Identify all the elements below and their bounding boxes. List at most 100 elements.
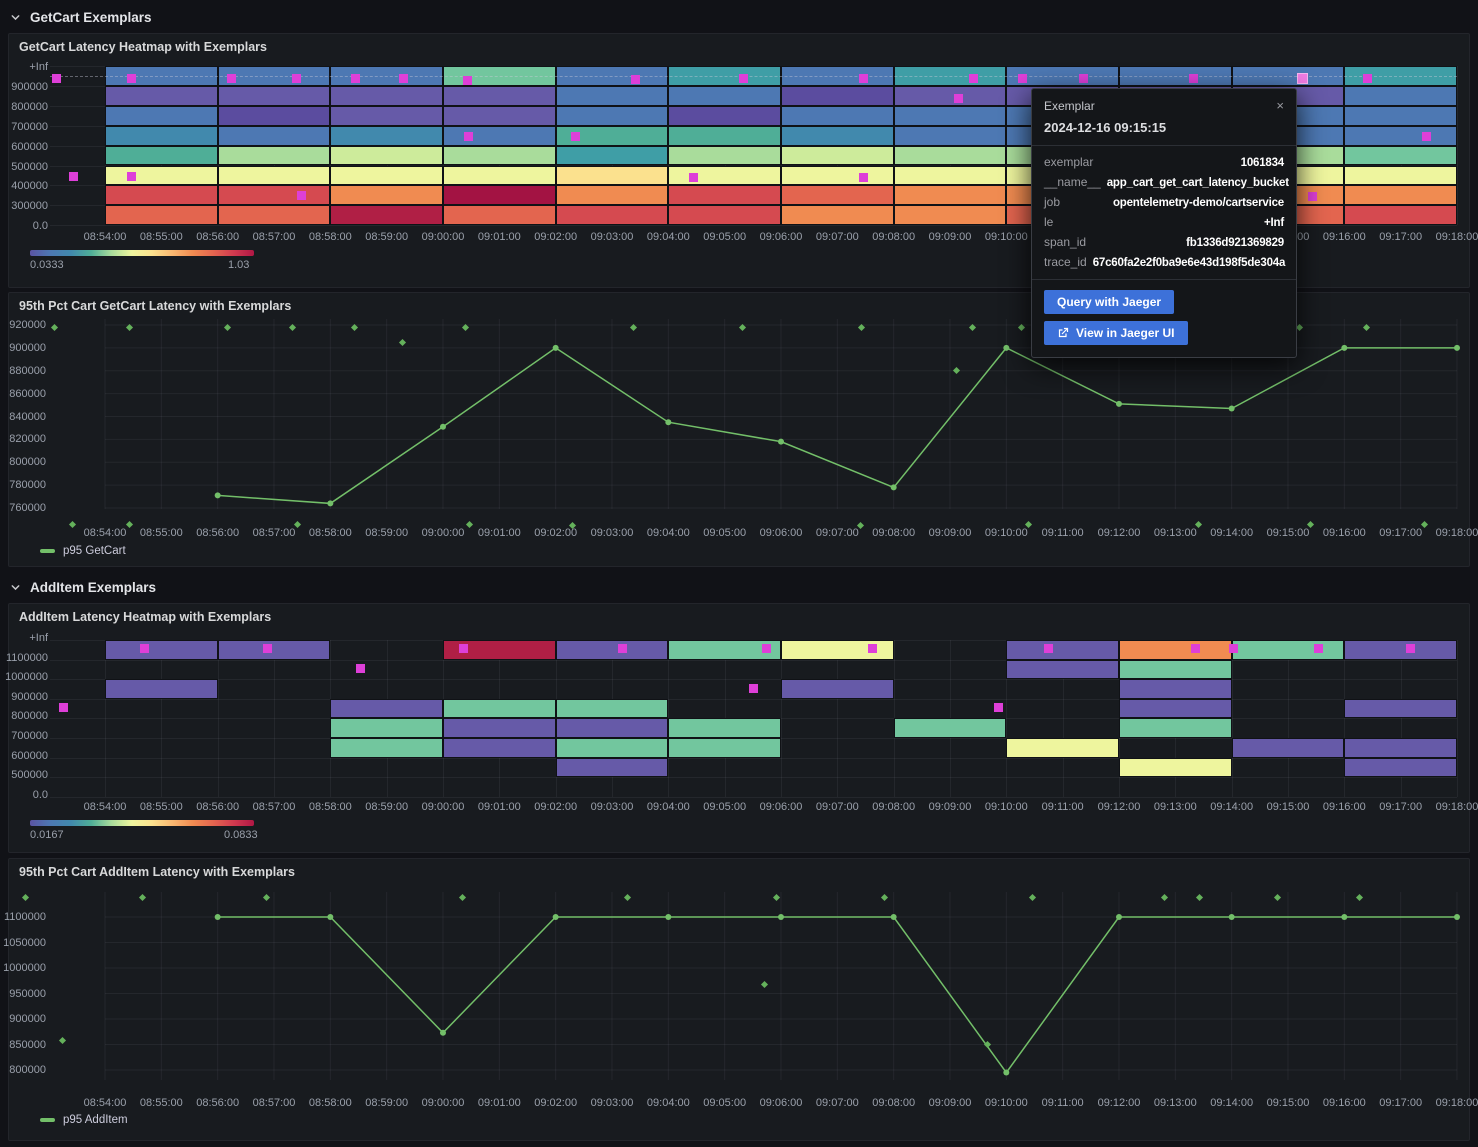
heatmap-cell[interactable] [330, 166, 443, 186]
heatmap-exemplar[interactable] [1422, 132, 1431, 141]
heatmap-exemplar[interactable] [459, 644, 468, 653]
heatmap-cell[interactable] [894, 146, 1007, 166]
heatmap-cell[interactable] [1006, 738, 1119, 758]
heatmap-cell[interactable] [330, 205, 443, 225]
heatmap-exemplar[interactable] [994, 703, 1003, 712]
heatmap-cell[interactable] [105, 679, 218, 699]
heatmap-cell[interactable] [556, 185, 669, 205]
heatmap-cell[interactable] [1119, 699, 1232, 719]
heatmap-cell[interactable] [105, 640, 218, 660]
heatmap-exemplar[interactable] [618, 644, 627, 653]
heatmap-exemplar[interactable] [297, 191, 306, 200]
heatmap-cell[interactable] [443, 166, 556, 186]
legend-item-p95-getcart[interactable]: p95 GetCart [40, 545, 126, 557]
heatmap-exemplar[interactable] [1191, 644, 1200, 653]
heatmap-cell[interactable] [668, 205, 781, 225]
heatmap-cell[interactable] [443, 126, 556, 146]
heatmap-cell[interactable] [1344, 185, 1457, 205]
heatmap-cell[interactable] [105, 205, 218, 225]
heatmap-cell[interactable] [1119, 640, 1232, 660]
heatmap-cell[interactable] [443, 738, 556, 758]
heatmap-cell[interactable] [556, 640, 669, 660]
heatmap-cell[interactable] [443, 205, 556, 225]
heatmap-exemplar[interactable] [749, 684, 758, 693]
heatmap-cell[interactable] [330, 106, 443, 126]
heatmap-exemplar[interactable] [954, 94, 963, 103]
close-icon[interactable]: × [1274, 96, 1286, 115]
heatmap-exemplar[interactable] [1363, 74, 1372, 83]
heatmap-exemplar[interactable] [140, 644, 149, 653]
heatmap-exemplar[interactable] [1079, 74, 1088, 83]
heatmap-exemplar[interactable] [631, 75, 640, 84]
heatmap-exemplar[interactable] [463, 76, 472, 85]
heatmap-cell[interactable] [556, 205, 669, 225]
heatmap-cell[interactable] [668, 738, 781, 758]
heatmap-exemplar[interactable] [292, 74, 301, 83]
heatmap-cell[interactable] [218, 166, 331, 186]
heatmap-cell[interactable] [668, 185, 781, 205]
heatmap-exemplar[interactable] [1229, 644, 1238, 653]
heatmap-cell[interactable] [443, 699, 556, 719]
heatmap-exemplar[interactable] [1314, 644, 1323, 653]
heatmap-exemplar[interactable] [263, 644, 272, 653]
heatmap-exemplar[interactable] [351, 74, 360, 83]
heatmap-cell[interactable] [1344, 166, 1457, 186]
heatmap-cell[interactable] [781, 679, 894, 699]
heatmap-cell[interactable] [556, 699, 669, 719]
heatmap-cell[interactable] [556, 738, 669, 758]
heatmap-cell[interactable] [668, 718, 781, 738]
heatmap-cell[interactable] [330, 185, 443, 205]
heatmap-cell[interactable] [1344, 146, 1457, 166]
heatmap-exemplar[interactable] [571, 132, 580, 141]
heatmap-exemplar[interactable] [859, 173, 868, 182]
heatmap-exemplar-selected[interactable] [1298, 74, 1307, 83]
heatmap-cell[interactable] [668, 86, 781, 106]
heatmap-exemplar[interactable] [1406, 644, 1415, 653]
heatmap-cell[interactable] [1344, 738, 1457, 758]
heatmap-cell[interactable] [781, 146, 894, 166]
query-with-jaeger-button[interactable]: Query with Jaeger [1044, 290, 1174, 314]
heatmap-cell[interactable] [218, 640, 331, 660]
heatmap-cell[interactable] [330, 738, 443, 758]
heatmap-cell[interactable] [1344, 106, 1457, 126]
heatmap-cell[interactable] [668, 106, 781, 126]
heatmap-cell[interactable] [218, 146, 331, 166]
panel-title[interactable]: GetCart Latency Heatmap with Exemplars [19, 40, 267, 54]
view-in-jaeger-button[interactable]: View in Jaeger UI [1044, 321, 1188, 345]
heatmap-cell[interactable] [894, 106, 1007, 126]
heatmap-cell[interactable] [1344, 86, 1457, 106]
heatmap-exemplar[interactable] [52, 74, 61, 83]
heatmap-exemplar[interactable] [227, 74, 236, 83]
heatmap-exemplar[interactable] [739, 74, 748, 83]
heatmap-cell[interactable] [1119, 660, 1232, 680]
heatmap-cell[interactable] [105, 86, 218, 106]
heatmap-cell[interactable] [894, 205, 1007, 225]
heatmap-cell[interactable] [556, 166, 669, 186]
heatmap-cell[interactable] [1006, 660, 1119, 680]
panel-title[interactable]: 95th Pct Cart AddItem Latency with Exemp… [19, 865, 295, 879]
heatmap-cell[interactable] [668, 166, 781, 186]
heatmap-cell[interactable] [330, 146, 443, 166]
heatmap-cell[interactable] [218, 126, 331, 146]
heatmap-cell[interactable] [781, 106, 894, 126]
heatmap-cell[interactable] [894, 718, 1007, 738]
heatmap-exemplar[interactable] [1308, 192, 1317, 201]
heatmap-cell[interactable] [781, 166, 894, 186]
heatmap-cell[interactable] [556, 758, 669, 778]
heatmap-exemplar[interactable] [127, 172, 136, 181]
heatmap-cell[interactable] [443, 86, 556, 106]
heatmap-cell[interactable] [1344, 699, 1457, 719]
heatmap-exemplar[interactable] [127, 74, 136, 83]
legend-item-p95-additem[interactable]: p95 AddItem [40, 1114, 128, 1126]
heatmap-cell[interactable] [556, 106, 669, 126]
heatmap-exemplar[interactable] [1018, 74, 1027, 83]
heatmap-cell[interactable] [105, 185, 218, 205]
heatmap-exemplar[interactable] [69, 172, 78, 181]
heatmap-cell[interactable] [105, 126, 218, 146]
heatmap-exemplar[interactable] [1189, 74, 1198, 83]
heatmap-exemplar[interactable] [59, 703, 68, 712]
heatmap-cell[interactable] [330, 718, 443, 738]
heatmap-cell[interactable] [894, 86, 1007, 106]
heatmap-cell[interactable] [894, 166, 1007, 186]
heatmap-cell[interactable] [1232, 640, 1345, 660]
